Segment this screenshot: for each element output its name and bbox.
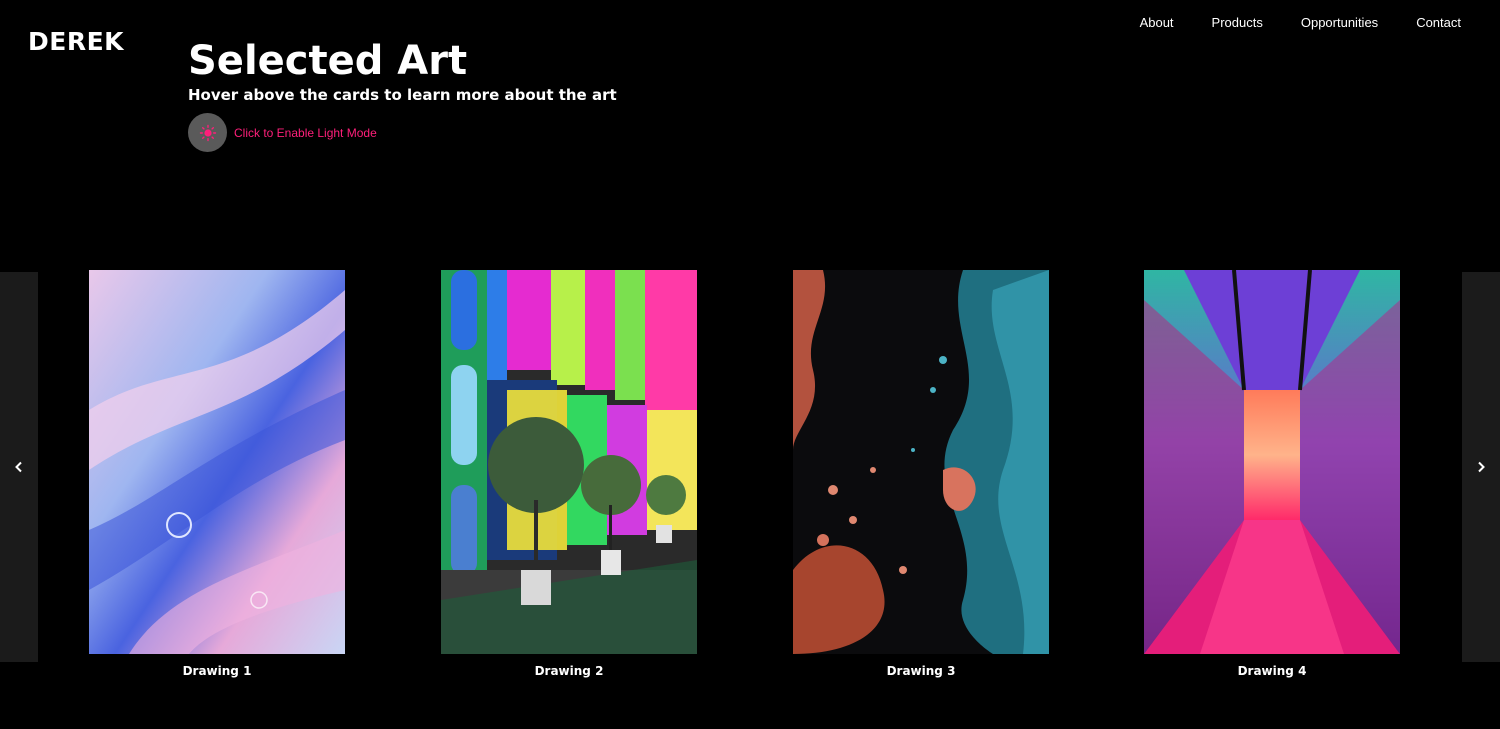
art-carousel: Drawing 1 Drawing 2 Drawing 3 Drawing 4 <box>0 270 1500 678</box>
carousel-next-button[interactable] <box>1462 272 1500 662</box>
nav-opportunities[interactable]: Opportunities <box>1301 15 1378 30</box>
drawing-1-image[interactable] <box>89 270 345 654</box>
light-mode-toggle-row: Click to Enable Light Mode <box>188 113 617 152</box>
chevron-left-icon <box>15 461 22 473</box>
nav-products[interactable]: Products <box>1212 15 1263 30</box>
art-card-4[interactable]: Drawing 4 <box>1144 270 1400 678</box>
drawing-3-image[interactable] <box>793 270 1049 654</box>
page-header: Selected Art Hover above the cards to le… <box>188 38 617 152</box>
art-card-label: Drawing 2 <box>534 664 604 678</box>
light-mode-button[interactable] <box>188 113 227 152</box>
art-card-2[interactable]: Drawing 2 <box>441 270 697 678</box>
nav-about[interactable]: About <box>1140 15 1174 30</box>
art-card-label: Drawing 1 <box>182 664 252 678</box>
art-card-label: Drawing 3 <box>886 664 956 678</box>
sun-icon <box>199 124 216 141</box>
art-card-3[interactable]: Drawing 3 <box>793 270 1049 678</box>
art-card-label: Drawing 4 <box>1237 664 1307 678</box>
chevron-right-icon <box>1478 461 1485 473</box>
light-mode-label[interactable]: Click to Enable Light Mode <box>234 126 377 140</box>
art-card-1[interactable]: Drawing 1 <box>89 270 345 678</box>
page-subtitle: Hover above the cards to learn more abou… <box>188 86 617 104</box>
page-title: Selected Art <box>188 38 468 84</box>
top-nav: About Products Opportunities Contact <box>1102 15 1461 30</box>
drawing-4-image[interactable] <box>1144 270 1400 654</box>
nav-contact[interactable]: Contact <box>1416 15 1461 30</box>
site-logo[interactable]: DEREK <box>28 27 124 56</box>
drawing-2-image[interactable] <box>441 270 697 654</box>
carousel-prev-button[interactable] <box>0 272 38 662</box>
